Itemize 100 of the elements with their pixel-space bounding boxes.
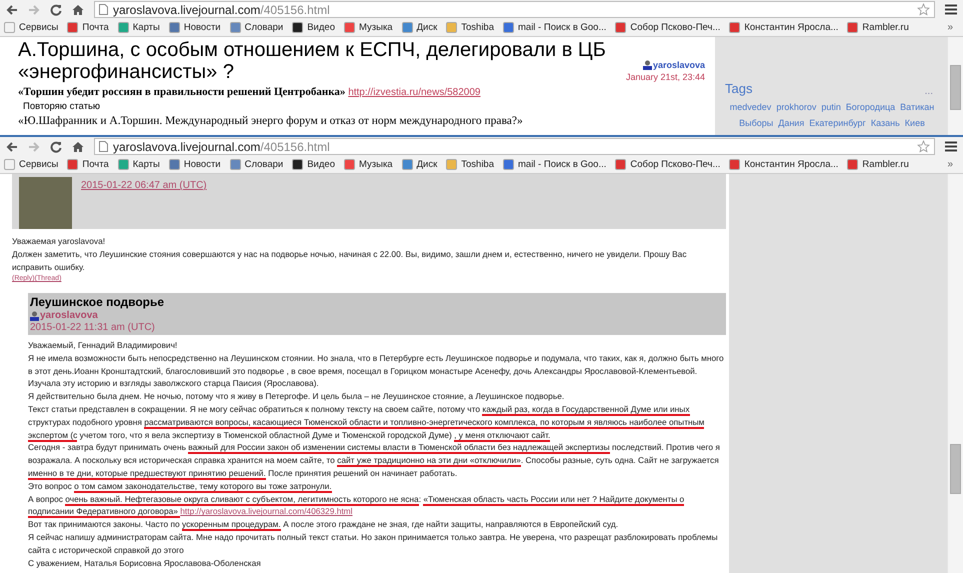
bookmark-icon [615,22,626,33]
quote-text: «Торшин убедит россиян в правильности решений Центробанка» http://izvestia.ru/news/582009 [18,85,480,100]
bookmark-link[interactable]: Словари [230,22,284,33]
reply-text-line: Это вопрос о том самом законодательстве, тему которого вы тоже затронули. [28,480,333,493]
reply-text-line: в этот день.Иоанн Кронштадтский, благословивший это подворье , в свое время, посещал в Горицком монастыре Асенефу, дочь Александры Ярославовой-Клементьевой. [28,364,698,378]
bookmark-icon [118,22,129,33]
bookmark-link[interactable]: Константин Яросла... [729,159,838,170]
bookmark-icon [446,22,458,33]
bookmark-link[interactable]: Новости [168,22,221,33]
bookmark-link[interactable]: Константин Яросла... [729,22,838,33]
url-text: yaroslavova.livejournal.com/405156.html [113,140,330,152]
reply-text-line: Изучала эту историю и взгляды заволжского старца Паисия (Ярославова). [28,377,320,390]
reload-icon[interactable] [50,4,62,16]
bookmark-icon [230,159,241,170]
tags-heading: Tags [725,80,752,98]
home-icon[interactable] [72,140,84,152]
bookmark-link[interactable]: Rambler.ru [847,159,909,170]
reply-text-line: подписании Федеративного договора» http://yaroslavova.livejournal.com/406329.html [28,505,354,518]
bookmark-icon [168,159,180,170]
bookmark-icon [118,159,129,170]
bookmark-icon [292,22,304,33]
reply-text-line: именно в те дни, которые предшествуют принятию решений. После принятия решений он начинает работать. [28,466,458,480]
bookmark-link[interactable]: Toshiba [446,22,494,33]
bookmark-link[interactable]: mail - Поиск в Goo... [503,22,606,33]
more-bookmarks-button[interactable]: » [947,20,953,35]
scrollbar-thumb[interactable] [950,65,961,110]
bookmark-icon [847,22,858,33]
post-title: А.Торшина, с особым отношением к ЕСПЧ, делегировали в ЦБ «энергофинансисты» ? [18,39,607,83]
reply-text-line: Я действительно была днем. Не ночью, потому что я живу в Петергофе. И цель была – не Леушинское стояние, а Леушинское подворье. [28,390,566,403]
bookmark-icon [402,159,413,170]
bookmark-icon [615,159,626,170]
bookmark-icon [729,159,740,170]
bookmark-icon [344,22,355,33]
star-icon[interactable] [917,3,930,16]
page-icon [99,4,108,15]
address-bar[interactable]: yaroslavova.livejournal.com/405156.html [94,138,935,155]
back-icon[interactable] [6,140,18,152]
menu-icon[interactable] [945,4,957,15]
bookmark-icon [4,159,15,170]
article-line: «Ю.Шафранник и А.Торшин. Международный энерго форум и отказ от норм международного права?» [18,114,524,129]
menu-icon[interactable] [945,141,957,152]
bookmark-icon [503,22,514,33]
bookmark-link[interactable]: Новости [168,159,221,170]
bookmark-icon [292,159,304,170]
home-icon[interactable] [72,4,84,16]
page-icon [99,141,108,152]
reply-text-line: Текст статьи представлен в сокращении. Я не могу сейчас обратиться к полному тексту на своем сайте, потому что каждый раз, когда в Государственной Думе или иных [28,402,691,416]
bookmark-link[interactable]: Почта [67,159,109,170]
comment-text-line: исправить ошибку. [12,261,86,274]
bookmark-link[interactable]: Словари [230,159,284,170]
bookmark-link[interactable]: Собор Псково-Печ... [615,22,720,33]
bookmark-icon [847,159,858,170]
bookmark-icon [67,22,78,33]
bookmark-icon [4,22,15,33]
reply-text-line: Сегодня - завтра будут принимать очень важный для России закон об изменении системы власти в Тюменской области без надлежащей экспертизы последствий. Против чего я [28,441,721,454]
address-bar[interactable]: yaroslavova.livejournal.com/405156.html [94,1,935,18]
bookmark-link[interactable]: Сервисы [4,159,58,170]
reply-text-line: С уважением, Наталья Борисовна Ярославова-Оболенская [28,556,262,570]
note-text: Повторяю статью [22,100,102,113]
post-date: January 21st, 23:44 [626,71,705,83]
reply-text-line: структурах подобного уровня рассматриваются вопросы, касающиеся Тюменской области и топливно-энергетического комплекса, по которым я являюсь наиболее опытным [28,416,706,429]
more-bookmarks-button[interactable]: » [947,157,953,172]
bookmark-icon [729,22,740,33]
bookmark-icon [67,159,78,170]
bookmark-icon [230,22,241,33]
bookmark-icon [344,159,355,170]
bookmark-link[interactable]: mail - Поиск в Goo... [503,159,606,170]
comment-text-line: Уважаемая yaroslavova! [12,235,106,248]
bookmark-link[interactable]: Сервисы [4,22,58,33]
reply-text-line: возражала. А поскольку вся историческая справка хранится на моем сайте, то сайт уже традиционно на эти дни «отключили». Способы разные, суть одна. Сайт не загружается [28,454,720,467]
reply-text-line: Я сейчас напишу администраторам сайта. Мне надо прочитать полный текст статьи. Но закон принимается только завтра. Не уверена, что разрещат разблокировать проблемы [28,530,719,544]
reply-text-line: Вот так принимаются законы. Часто по ускоренным процедурам. А после этого граждане не зная, где найти защиты, направляются в Европейский суд. [28,518,620,531]
back-icon[interactable] [6,4,18,16]
bookmark-link[interactable]: Диск [402,159,438,170]
comment-date[interactable]: 2015-01-22 06:47 am (UTC) [81,178,207,193]
bookmark-link[interactable]: Музыка [344,22,393,33]
quote-link[interactable]: http://izvestia.ru/news/582009 [348,87,480,98]
bookmark-link[interactable]: Музыка [344,159,393,170]
reply-text-line: Уважаемый, Геннадий Владимирович! [28,339,178,352]
bookmark-icon [446,159,458,170]
bookmark-link[interactable]: Видео [292,159,335,170]
article-link[interactable]: http://yaroslavova.livejournal.com/406329.html [180,506,353,516]
star-icon[interactable] [917,140,930,153]
bookmark-link[interactable]: Видео [292,22,335,33]
scrollbar[interactable] [947,37,963,135]
bookmark-icon [168,22,180,33]
bookmark-link[interactable]: Диск [402,22,438,33]
author-link[interactable]: yaroslavova [642,59,705,71]
bookmark-link[interactable]: Rambler.ru [847,22,909,33]
scrollbar-thumb[interactable] [950,444,962,494]
reload-icon[interactable] [50,140,62,152]
bookmark-link[interactable]: Карты [118,22,160,33]
reply-title: Леушинское подворье [30,295,166,310]
bookmark-link[interactable]: Почта [67,22,109,33]
bookmark-link[interactable]: Toshiba [446,159,494,170]
scrollbar[interactable] [947,174,963,573]
bookmark-link[interactable]: Собор Псково-Печ... [615,159,720,170]
reply-text-line: экспертом (с учетом того, что я вела экспертизу в Тюменской областной Думе и Тюменской городской Думе) , у меня отключают сайт. [28,428,552,442]
bookmark-link[interactable]: Карты [118,159,160,170]
url-text: yaroslavova.livejournal.com/405156.html [113,4,330,16]
